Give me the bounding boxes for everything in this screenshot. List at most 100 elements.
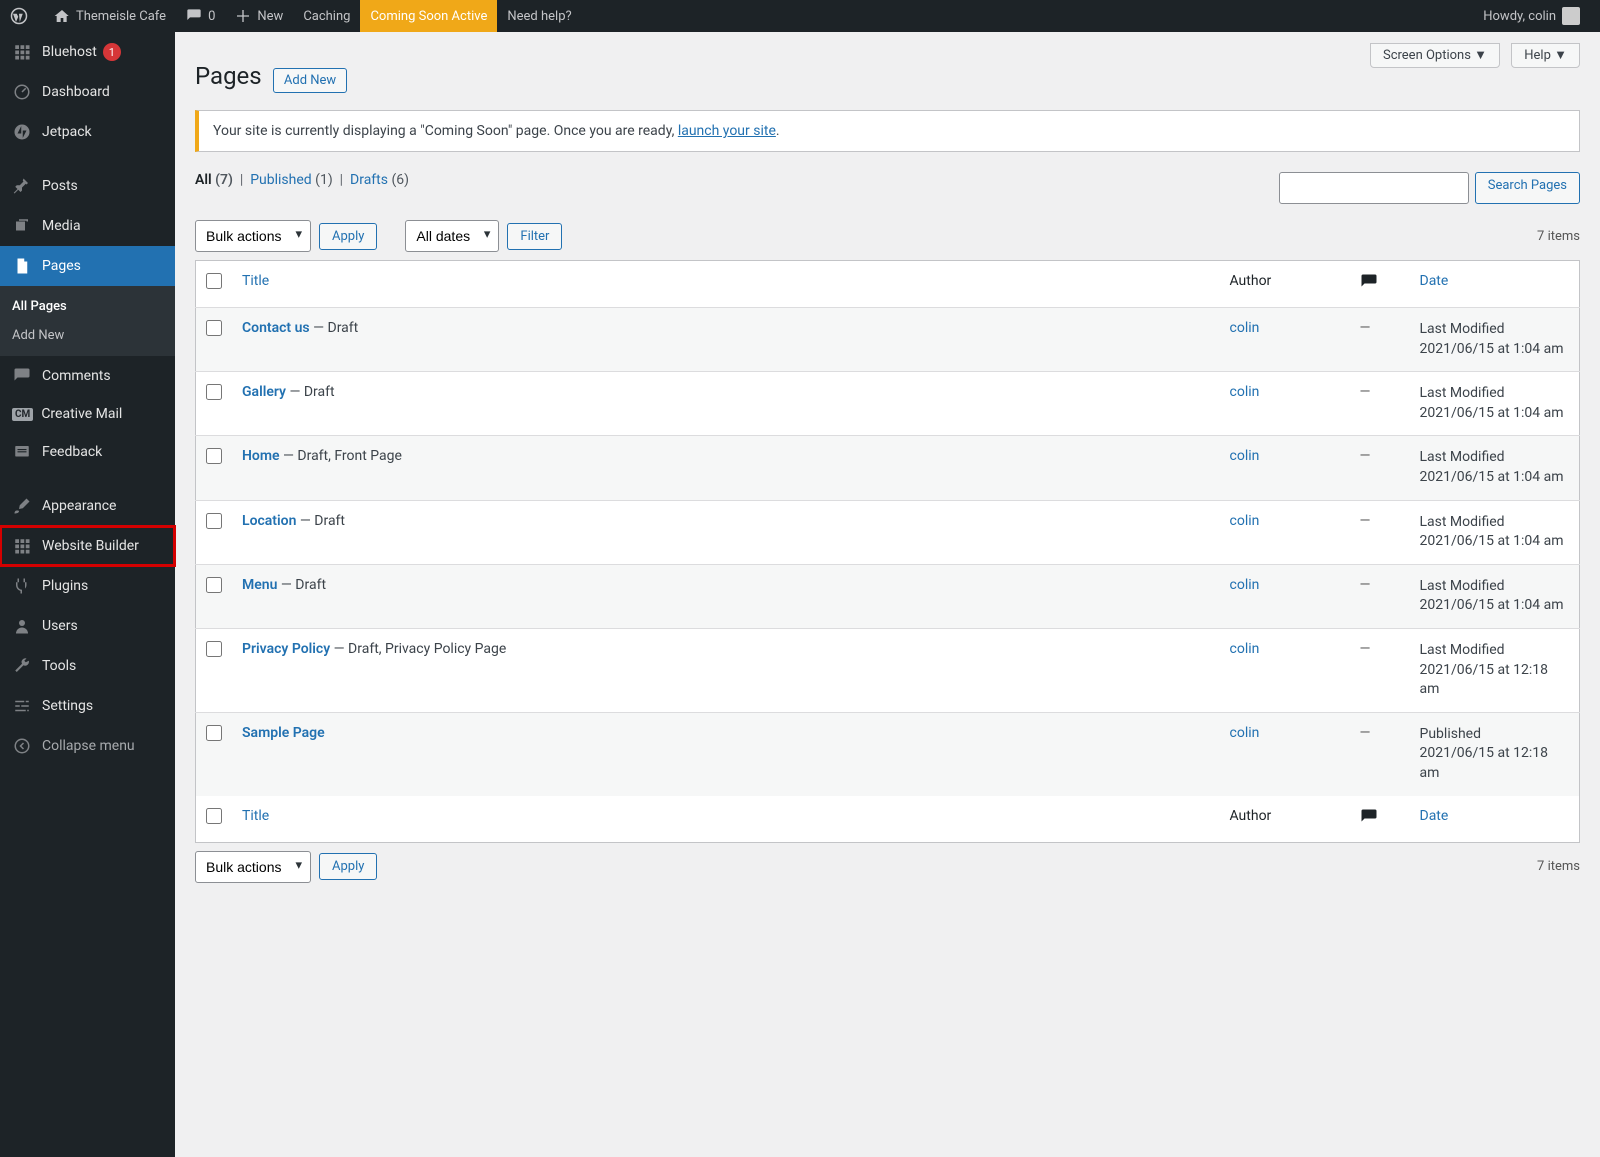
sidebar-item-label: Creative Mail	[41, 406, 122, 422]
sidebar-item-website-builder[interactable]: Website Builder	[0, 526, 175, 566]
help-button[interactable]: Help ▼	[1511, 43, 1580, 68]
sidebar-item-jetpack[interactable]: Jetpack	[0, 112, 175, 152]
admin-sidebar: Bluehost1 Dashboard Jetpack Posts Media …	[0, 32, 175, 1157]
site-name[interactable]: Themeisle Cafe	[44, 0, 176, 32]
author-link[interactable]: colin	[1230, 448, 1260, 464]
search-pages-button[interactable]: Search Pages	[1475, 172, 1580, 204]
cm-icon: CM	[12, 408, 33, 421]
column-comments[interactable]	[1350, 261, 1410, 308]
page-title-link[interactable]: Privacy Policy	[242, 641, 330, 657]
author-link[interactable]: colin	[1230, 513, 1260, 529]
wp-logo[interactable]	[0, 0, 44, 32]
sidebar-item-appearance[interactable]: Appearance	[0, 486, 175, 526]
plug-icon	[12, 576, 32, 596]
author-link[interactable]: colin	[1230, 725, 1260, 741]
column-comments-footer[interactable]	[1350, 796, 1410, 843]
date-value: 2021/06/15 at 1:04 am	[1420, 469, 1564, 485]
submenu-all-pages[interactable]: All Pages	[0, 292, 175, 321]
select-all-checkbox-footer[interactable]	[206, 808, 222, 824]
sidebar-item-posts[interactable]: Posts	[0, 166, 175, 206]
sidebar-item-settings[interactable]: Settings	[0, 686, 175, 726]
column-date[interactable]: Date	[1410, 261, 1580, 308]
select-all-checkbox[interactable]	[206, 273, 222, 289]
sidebar-item-plugins[interactable]: Plugins	[0, 566, 175, 606]
wrench-icon	[12, 656, 32, 676]
page-title-link[interactable]: Sample Page	[242, 725, 325, 741]
page-title-link[interactable]: Location	[242, 513, 296, 529]
apply-button-bottom[interactable]: Apply	[319, 853, 377, 880]
submenu-add-new[interactable]: Add New	[0, 321, 175, 350]
howdy-label: Howdy, colin	[1483, 9, 1556, 24]
apply-button[interactable]: Apply	[319, 223, 377, 250]
row-checkbox[interactable]	[206, 577, 222, 593]
page-title-link[interactable]: Home	[242, 448, 280, 464]
row-checkbox[interactable]	[206, 320, 222, 336]
site-name-label: Themeisle Cafe	[76, 9, 166, 24]
account-link[interactable]: Howdy, colin	[1473, 0, 1590, 32]
column-title[interactable]: Title	[232, 261, 1220, 308]
sidebar-item-tools[interactable]: Tools	[0, 646, 175, 686]
sidebar-item-feedback[interactable]: Feedback	[0, 432, 175, 472]
need-help-link[interactable]: Need help?	[497, 0, 581, 32]
column-date-footer[interactable]: Date	[1410, 796, 1580, 843]
author-link[interactable]: colin	[1230, 577, 1260, 593]
filter-drafts[interactable]: Drafts (6)	[350, 172, 409, 188]
author-link[interactable]: colin	[1230, 384, 1260, 400]
table-row: Privacy Policy — Draft, Privacy Policy P…	[196, 628, 1580, 712]
sidebar-item-comments[interactable]: Comments	[0, 356, 175, 396]
sidebar-item-creative-mail[interactable]: CM Creative Mail	[0, 396, 175, 432]
comment-icon	[186, 8, 202, 24]
table-row: Sample Pagecolin—Published2021/06/15 at …	[196, 712, 1580, 795]
launch-site-link[interactable]: launch your site	[678, 123, 776, 139]
sidebar-item-label: Settings	[42, 698, 93, 714]
date-label: Last Modified	[1420, 514, 1505, 530]
sidebar-item-users[interactable]: Users	[0, 606, 175, 646]
page-title-link[interactable]: Contact us	[242, 320, 310, 336]
row-checkbox[interactable]	[206, 641, 222, 657]
date-value: 2021/06/15 at 1:04 am	[1420, 341, 1564, 357]
sidebar-collapse[interactable]: Collapse menu	[0, 726, 175, 766]
bulk-actions-select[interactable]: Bulk actions	[195, 220, 311, 252]
coming-soon-label: Coming Soon Active	[370, 9, 487, 24]
caching-link[interactable]: Caching	[293, 0, 360, 32]
page-title-link[interactable]: Gallery	[242, 384, 286, 400]
search-input[interactable]	[1279, 172, 1469, 204]
sidebar-item-pages[interactable]: Pages	[0, 246, 175, 286]
filter-all[interactable]: All (7)	[195, 172, 233, 188]
tablenav-bottom: Bulk actions Apply 7 items	[195, 851, 1580, 883]
sidebar-item-dashboard[interactable]: Dashboard	[0, 72, 175, 112]
date-label: Last Modified	[1420, 321, 1505, 337]
submenu-label: Add New	[12, 328, 64, 343]
row-checkbox[interactable]	[206, 384, 222, 400]
sidebar-item-label: Feedback	[42, 444, 102, 460]
author-link[interactable]: colin	[1230, 641, 1260, 657]
dashboard-icon	[12, 82, 32, 102]
grid-icon	[12, 536, 32, 556]
row-checkbox[interactable]	[206, 725, 222, 741]
date-filter-select[interactable]: All dates	[405, 220, 499, 252]
avatar	[1562, 7, 1580, 25]
add-new-button[interactable]: Add New	[273, 68, 347, 93]
page-status: — Draft	[296, 513, 345, 529]
bulk-actions-select-bottom[interactable]: Bulk actions	[195, 851, 311, 883]
table-row: Location — Draftcolin—Last Modified2021/…	[196, 500, 1580, 564]
screen-options-button[interactable]: Screen Options ▼	[1370, 43, 1500, 68]
filter-button[interactable]: Filter	[507, 223, 562, 250]
admin-bar: Themeisle Cafe 0 New Caching Coming Soon…	[0, 0, 1600, 32]
author-link[interactable]: colin	[1230, 320, 1260, 336]
comments-link[interactable]: 0	[176, 0, 225, 32]
filter-published[interactable]: Published (1)	[250, 172, 333, 188]
sidebar-item-label: Posts	[42, 178, 78, 194]
sidebar-item-bluehost[interactable]: Bluehost1	[0, 32, 175, 72]
caching-label: Caching	[303, 9, 350, 24]
row-checkbox[interactable]	[206, 513, 222, 529]
sidebar-item-label: Appearance	[42, 498, 116, 514]
row-checkbox[interactable]	[206, 448, 222, 464]
date-value: 2021/06/15 at 1:04 am	[1420, 597, 1564, 613]
new-link[interactable]: New	[225, 0, 293, 32]
home-icon	[54, 8, 70, 24]
coming-soon-link[interactable]: Coming Soon Active	[360, 0, 497, 32]
sidebar-item-media[interactable]: Media	[0, 206, 175, 246]
column-title-footer[interactable]: Title	[232, 796, 1220, 843]
page-title-link[interactable]: Menu	[242, 577, 277, 593]
